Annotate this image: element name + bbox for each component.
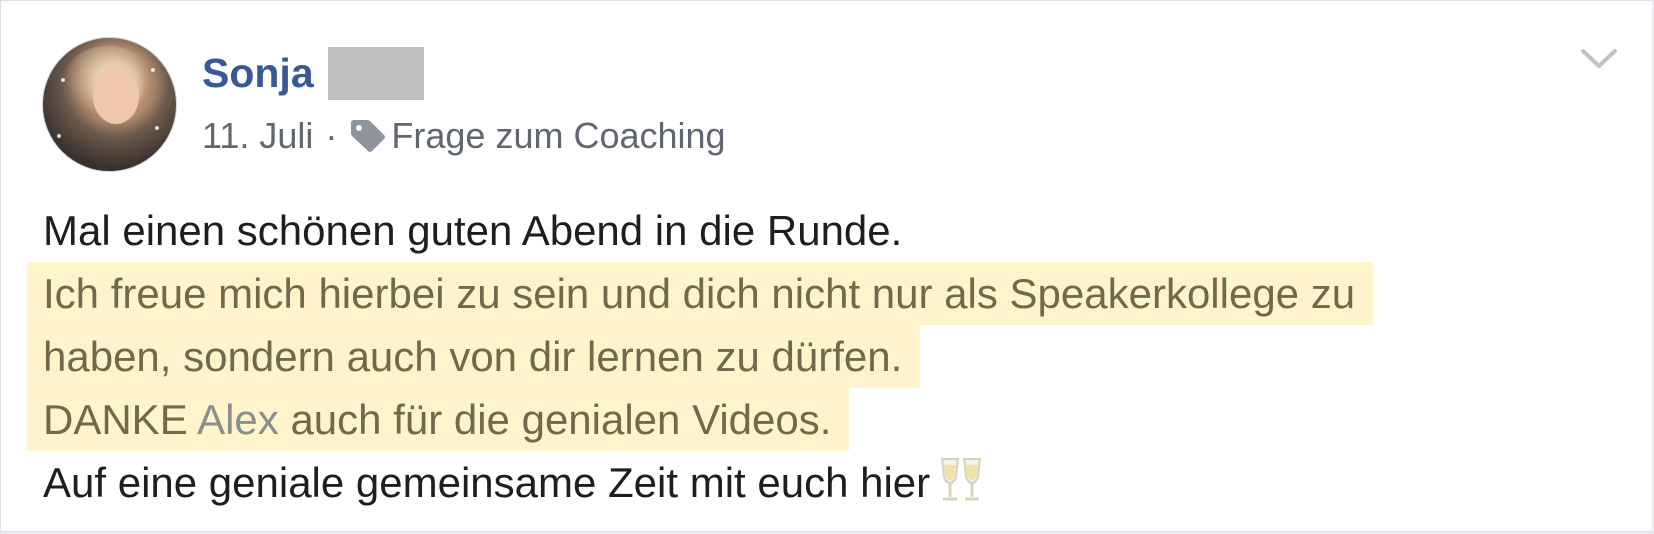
redacted-surname: [327, 46, 424, 100]
post-text: Mal einen schönen guten Abend in die Run…: [43, 207, 903, 254]
post-meta: 11. Juli · Frage zum Coaching: [202, 115, 726, 157]
post-line-highlighted: haben, sondern auch von dir lernen zu dü…: [27, 325, 1373, 388]
clinking-glasses-icon: [941, 458, 982, 501]
post-date-link[interactable]: 11. Juli: [202, 115, 313, 157]
avatar[interactable]: [42, 37, 177, 172]
post-card: Sonja 11. Juli · Frage zum Coaching Mal …: [0, 0, 1652, 532]
topic-tag-link[interactable]: Frage zum Coaching: [391, 115, 725, 157]
post-line-highlighted: DANKE Alex auch für die genialen Videos.: [27, 388, 1373, 451]
mention-link[interactable]: Alex: [197, 396, 279, 443]
highlighted-text-with-mention: DANKE Alex auch für die genialen Videos.: [27, 388, 850, 451]
post-text: auch für die genialen Videos.: [290, 396, 832, 443]
avatar-face: [93, 68, 139, 124]
highlighted-text: haben, sondern auch von dir lernen zu dü…: [27, 325, 921, 388]
tag-icon: [351, 120, 386, 152]
meta-separator: ·: [325, 115, 338, 156]
avatar-sparkle: [151, 68, 155, 72]
post-text: DANKE: [43, 396, 188, 443]
post-line-highlighted: Ich freue mich hierbei zu sein und dich …: [27, 262, 1374, 325]
post-body: Mal einen schönen guten Abend in die Run…: [27, 199, 1374, 514]
post-line: Auf eine geniale gemeinsame Zeit mit euc…: [27, 451, 1373, 514]
avatar-sparkle: [57, 134, 61, 138]
author-name-link[interactable]: Sonja: [202, 50, 314, 97]
post-text: Auf eine geniale gemeinsame Zeit mit euc…: [43, 459, 931, 506]
avatar-sparkle: [155, 126, 159, 130]
post-line: Mal einen schönen guten Abend in die Run…: [27, 199, 1373, 262]
chevron-down-icon[interactable]: [1579, 47, 1619, 71]
highlighted-text: Ich freue mich hierbei zu sein und dich …: [27, 262, 1374, 325]
avatar-sparkle: [61, 78, 65, 82]
author-row: Sonja: [202, 45, 424, 101]
